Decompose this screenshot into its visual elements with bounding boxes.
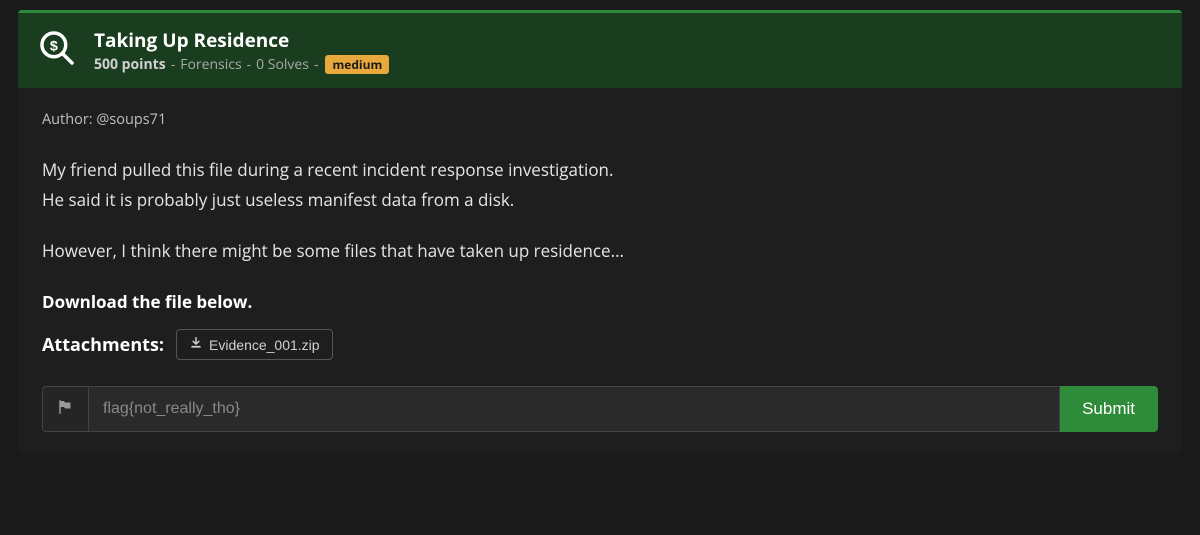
attachments-row: Attachments: Evidence_001.zip	[42, 329, 1158, 360]
download-icon	[189, 336, 203, 353]
magnify-dollar-icon: $	[38, 29, 76, 72]
flag-icon-box	[42, 386, 88, 432]
description-line: My friend pulled this file during a rece…	[42, 157, 1158, 183]
attachments-label: Attachments:	[42, 333, 164, 357]
description-line: However, I think there might be some fil…	[42, 238, 1158, 264]
download-label: Download the file below.	[42, 290, 1158, 313]
challenge-header: $ Taking Up Residence 500 points - Foren…	[18, 10, 1182, 88]
attachment-download-button[interactable]: Evidence_001.zip	[176, 329, 333, 360]
challenge-author: Author: @soups71	[42, 110, 1158, 129]
challenge-solves: 0 Solves	[256, 55, 309, 74]
challenge-meta: 500 points - Forensics - 0 Solves - medi…	[94, 55, 389, 74]
svg-text:$: $	[50, 38, 58, 54]
flag-input[interactable]	[88, 386, 1060, 432]
challenge-points: 500 points	[94, 55, 166, 74]
challenge-category: Forensics	[180, 55, 241, 74]
challenge-header-info: Taking Up Residence 500 points - Forensi…	[94, 27, 389, 74]
flag-submit-row: Submit	[42, 386, 1158, 432]
flag-icon	[57, 398, 75, 421]
challenge-title: Taking Up Residence	[94, 27, 389, 53]
challenge-card: $ Taking Up Residence 500 points - Foren…	[18, 10, 1182, 452]
challenge-description: My friend pulled this file during a rece…	[42, 157, 1158, 264]
attachment-filename: Evidence_001.zip	[209, 337, 320, 353]
submit-button[interactable]: Submit	[1060, 386, 1158, 432]
description-line: He said it is probably just useless mani…	[42, 187, 1158, 213]
difficulty-badge: medium	[325, 55, 389, 74]
challenge-body: Author: @soups71 My friend pulled this f…	[18, 88, 1182, 452]
